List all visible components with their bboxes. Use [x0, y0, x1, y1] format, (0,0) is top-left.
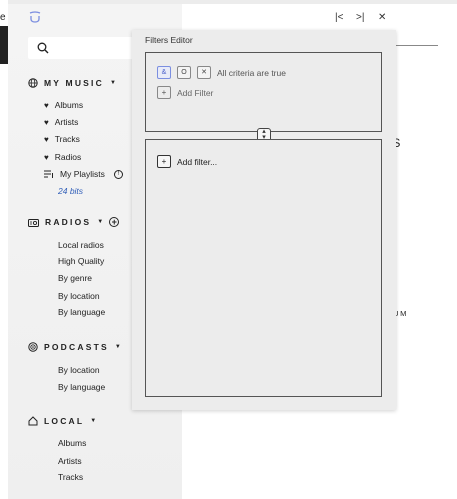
app-logo-icon[interactable] [28, 10, 42, 24]
heart-icon: ♥ [44, 152, 49, 162]
podcast-icon [28, 342, 38, 352]
app-root: e C MY MUSIC ▼ [0, 0, 457, 499]
sidebar-item-podcasts-by-language[interactable]: By language [58, 382, 105, 392]
sidebar-item-local-albums[interactable]: Albums [58, 438, 86, 448]
sidebar-item-radios[interactable]: ♥ Radios [44, 152, 81, 162]
prev-button[interactable]: |< [335, 12, 343, 23]
sidebar-item-albums[interactable]: ♥ Albums [44, 100, 83, 110]
playlist-24-bits[interactable]: 24 bits [58, 186, 83, 196]
sidebar-item-local-tracks[interactable]: Tracks [58, 472, 83, 482]
section-radios[interactable]: RADIOS ▼ + [28, 217, 120, 227]
playlist-icon [44, 170, 53, 178]
sidebar-item-local-radios[interactable]: Local radios [58, 240, 104, 250]
sidebar-item-label: Artists [54, 117, 79, 127]
and-button[interactable]: & [157, 66, 171, 79]
globe-icon [28, 78, 38, 88]
chevron-down-icon: ▼ [114, 344, 121, 350]
section-radios-title: RADIOS [45, 217, 92, 227]
heart-icon: ♥ [44, 100, 49, 110]
chevron-down-icon: ▼ [97, 219, 104, 225]
criteria-box: & O ✕ All criteria are true + Add Filter [145, 52, 382, 132]
add-filter-icon[interactable]: + [157, 86, 171, 99]
close-button[interactable]: ✕ [378, 12, 386, 23]
window-edge-dark [0, 26, 8, 64]
sidebar-item-label: Albums [54, 100, 84, 110]
chevron-down-icon: ▼ [90, 418, 97, 424]
add-radio-icon[interactable]: + [109, 217, 120, 227]
filters-editor-panel: Filters Editor & O ✕ All criteria are tr… [132, 30, 396, 410]
heart-icon: ♥ [44, 117, 49, 127]
heart-icon: ♥ [44, 134, 49, 144]
sidebar-item-podcasts-by-location[interactable]: By location [58, 365, 100, 375]
section-local[interactable]: LOCAL ▼ [28, 416, 96, 426]
or-button[interactable]: O [177, 66, 191, 79]
sidebar-item-label: My Playlists [60, 169, 105, 179]
sidebar-item-label: Tracks [54, 134, 80, 144]
filters-list-box: + Add filter... [145, 139, 382, 397]
section-my-music[interactable]: MY MUSIC ▼ [28, 78, 116, 88]
add-filter-2-icon[interactable]: + [157, 155, 171, 168]
background-divider [395, 45, 438, 46]
panel-title: Filters Editor [145, 35, 193, 45]
sidebar-item-by-location[interactable]: By location [58, 291, 100, 301]
sidebar-item-local-artists[interactable]: Artists [58, 456, 82, 466]
radio-icon [28, 218, 39, 227]
sidebar-item-tracks[interactable]: ♥ Tracks [44, 134, 80, 144]
sidebar-item-by-genre[interactable]: By genre [58, 273, 92, 283]
sidebar-item-artists[interactable]: ♥ Artists [44, 117, 78, 127]
sidebar-item-my-playlists[interactable]: My Playlists ! [44, 169, 123, 179]
section-podcasts-title: PODCASTS [44, 342, 109, 352]
search-icon [37, 41, 49, 59]
info-icon[interactable]: ! [113, 169, 123, 179]
section-my-music-title: MY MUSIC [44, 78, 104, 88]
sidebar-item-by-language[interactable]: By language [58, 307, 105, 317]
sidebar-item-label: Radios [54, 152, 82, 162]
section-podcasts[interactable]: PODCASTS ▼ [28, 342, 121, 352]
add-filter-label[interactable]: Add Filter [177, 88, 213, 98]
sidebar-item-high-quality[interactable]: High Quality [58, 256, 104, 266]
home-icon [28, 416, 38, 426]
not-button[interactable]: ✕ [197, 66, 211, 79]
criteria-text: All criteria are true [217, 68, 286, 78]
section-local-title: LOCAL [44, 416, 85, 426]
next-button[interactable]: >| [356, 12, 364, 23]
chevron-down-icon: ▼ [109, 80, 116, 86]
add-filter-2-label[interactable]: Add filter... [177, 157, 217, 167]
